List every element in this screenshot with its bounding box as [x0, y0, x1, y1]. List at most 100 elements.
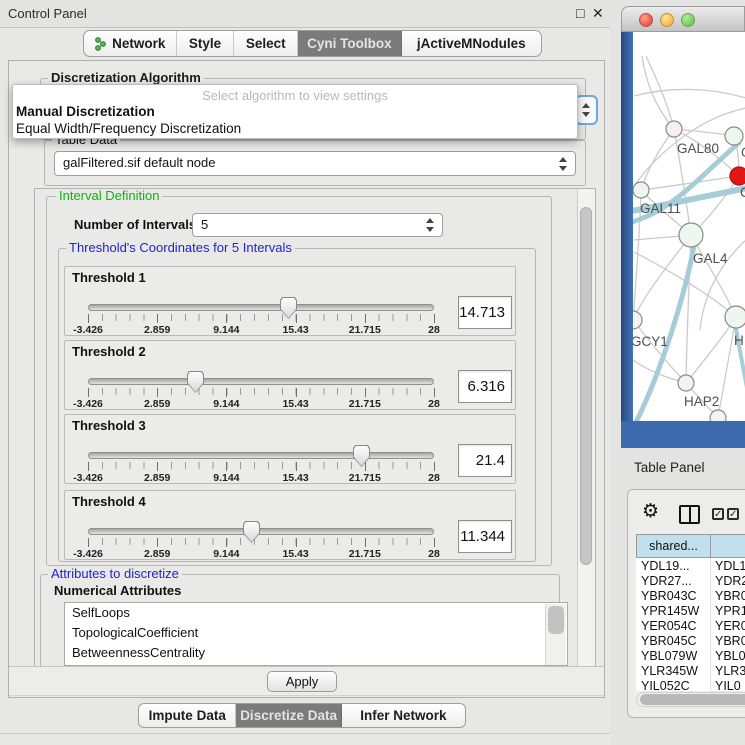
tab-network[interactable]: Network — [84, 31, 177, 56]
node-gcy1[interactable] — [633, 311, 642, 329]
table-panel-title: Table Panel — [634, 460, 705, 475]
combo-stepper-icon — [557, 152, 569, 175]
cell-shared-name: YER054C — [641, 619, 697, 633]
column-header-name[interactable]: n — [710, 534, 745, 558]
threshold-value-field[interactable]: 11.344 — [458, 520, 512, 553]
tab-label: jActiveMNodules — [417, 36, 526, 51]
tab-label: Infer Network — [360, 708, 446, 723]
slider-ticks — [88, 388, 435, 395]
scale-tick-label: 28 — [428, 548, 440, 560]
scale-tick-label: 15.43 — [282, 324, 308, 336]
threshold-label: Threshold 3 — [72, 418, 146, 433]
scale-tick-label: 21.715 — [349, 548, 381, 560]
tab-cyni-toolbox[interactable]: Cyni Toolbox — [298, 31, 402, 56]
node-label-gal11: GAL11 — [640, 201, 681, 216]
table-row[interactable]: YDR27...YDR2 — [636, 574, 745, 589]
list-item[interactable]: TopologicalCoefficient — [65, 623, 567, 643]
algorithm-combo-stepper[interactable] — [575, 95, 598, 125]
table-row[interactable]: YDL19...YDL1 — [636, 559, 745, 574]
popup-option-manual[interactable]: Manual Discretization — [16, 104, 155, 119]
threshold-value-field[interactable]: 21.4 — [458, 444, 512, 477]
node-gal11[interactable] — [633, 182, 649, 198]
gear-icon[interactable]: ⚙ — [642, 501, 659, 523]
node-red-selected[interactable] — [730, 167, 745, 185]
number-of-intervals-combobox[interactable]: 5 — [192, 213, 443, 237]
threshold-value-field[interactable]: 6.316 — [458, 370, 512, 403]
slider-scale-labels: -3.426 2.859 9.144 15.43 21.715 28 — [88, 324, 434, 336]
tab-impute-data[interactable]: Impute Data — [139, 704, 236, 727]
tab-style[interactable]: Style — [177, 31, 235, 56]
list-item[interactable]: BetweennessCentrality — [65, 643, 567, 663]
top-tab-bar: Network Style Select Cyni Toolbox jActiv… — [83, 30, 542, 57]
cell-name: YPR1 — [715, 604, 745, 618]
slider-ticks — [88, 462, 435, 469]
threshold-slider-track[interactable] — [88, 304, 434, 311]
tab-discretize-data[interactable]: Discretize Data — [236, 704, 341, 727]
horizontal-scrollbar-thumb[interactable] — [640, 694, 745, 705]
scale-tick-label: 28 — [428, 398, 440, 410]
tab-jactivemnodules[interactable]: jActiveMNodules — [402, 31, 541, 56]
column-header-shared-name[interactable]: shared... — [636, 534, 711, 558]
node-label-partial-top: G — [741, 145, 745, 160]
node-label-gal4: GAL4 — [693, 251, 728, 266]
scale-tick-label: -3.426 — [73, 548, 103, 560]
table-data-combobox[interactable]: galFiltered.sif default node — [54, 151, 576, 176]
cell-name: YDR2 — [715, 574, 745, 588]
table-row[interactable]: YER054C YER0 — [636, 619, 745, 634]
apply-button[interactable]: Apply — [267, 671, 337, 692]
table-row[interactable]: YBR045CYBR0 — [636, 634, 745, 649]
table-row[interactable]: YBL079WYBL0 — [636, 649, 745, 664]
checkbox-icon[interactable]: ✓ — [727, 508, 739, 520]
bottom-tab-bar: Impute Data Discretize Data Infer Networ… — [138, 703, 466, 728]
tab-select[interactable]: Select — [234, 31, 298, 56]
node-bottom-partial[interactable] — [710, 410, 726, 421]
zoom-traffic-light[interactable] — [681, 13, 695, 27]
list-scrollbar-track[interactable] — [545, 604, 566, 666]
node-label-gal80: GAL80 — [677, 141, 719, 156]
number-of-intervals-value: 5 — [201, 217, 208, 232]
interval-definition-label: Interval Definition — [56, 189, 162, 203]
network-canvas[interactable]: GAL80 G C GAL11 GAL4 GCY1 H HAP2 — [633, 32, 745, 421]
table-row[interactable]: YIL052CYIL0 — [636, 679, 745, 691]
minimize-traffic-light[interactable] — [660, 13, 674, 27]
scale-tick-label: 9.144 — [213, 324, 239, 336]
threshold-slider-track[interactable] — [88, 378, 434, 385]
table-row[interactable]: YPR145W YPR1 — [636, 604, 745, 619]
cell-shared-name: YBL079W — [641, 649, 697, 663]
popup-option-equal-width[interactable]: Equal Width/Frequency Discretization — [16, 121, 241, 136]
attributes-group-label: Attributes to discretize — [48, 567, 182, 581]
scale-tick-label: 9.144 — [213, 548, 239, 560]
vertical-scrollbar-thumb[interactable] — [580, 207, 592, 565]
scale-tick-label: 2.859 — [144, 548, 170, 560]
numerical-attributes-list: SelfLoops TopologicalCoefficient Between… — [64, 602, 568, 666]
node-partial-right[interactable] — [725, 306, 745, 328]
table-row[interactable]: YLR345WYLR3 — [636, 664, 745, 679]
cell-name: YDL1 — [715, 559, 745, 573]
cell-name: YLR3 — [715, 664, 745, 678]
node-partial-top[interactable] — [725, 127, 743, 145]
cell-shared-name: YPR145W — [641, 604, 699, 618]
node-gal80[interactable] — [666, 121, 682, 137]
list-item[interactable]: SelfLoops — [65, 603, 567, 623]
checkbox-icon[interactable]: ✓ — [712, 508, 724, 520]
network-icon — [94, 37, 107, 51]
list-scrollbar-thumb[interactable] — [548, 606, 564, 634]
node-gal4[interactable] — [679, 223, 703, 247]
float-window-icon[interactable]: □ — [576, 5, 584, 21]
close-icon[interactable]: ✕ — [592, 5, 604, 22]
threshold-slider-track[interactable] — [88, 528, 434, 535]
scale-tick-label: 2.859 — [144, 398, 170, 410]
table-row[interactable]: YBR043CYBR0 — [636, 589, 745, 604]
threshold-value-field[interactable]: 14.713 — [458, 296, 512, 329]
node-label-hap2: HAP2 — [684, 394, 719, 409]
node-hap2[interactable] — [678, 375, 694, 391]
close-traffic-light[interactable] — [639, 13, 653, 27]
scale-tick-label: 2.859 — [144, 472, 170, 484]
scale-tick-label: 2.859 — [144, 324, 170, 336]
tab-infer-network[interactable]: Infer Network — [342, 704, 465, 727]
cell-name: YER0 — [715, 619, 745, 633]
bottom-divider — [0, 733, 610, 734]
node-label-partial-mid: C — [740, 185, 745, 200]
threshold-slider-track[interactable] — [88, 452, 434, 459]
select-columns-icon[interactable] — [679, 505, 700, 524]
